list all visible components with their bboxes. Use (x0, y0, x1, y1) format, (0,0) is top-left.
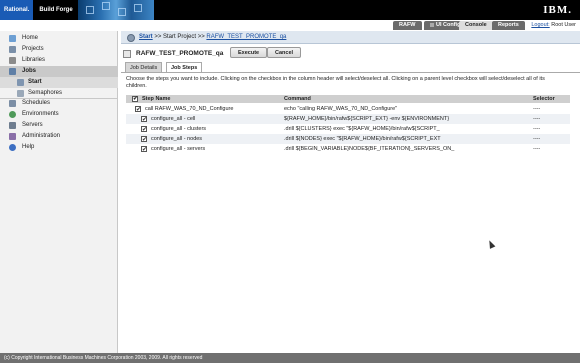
breadcrumb-bar: Start >> Start Project >> RAFW_TEST_PROM… (121, 31, 580, 44)
cancel-button[interactable]: Cancel (267, 47, 302, 58)
instructions: Choose the steps you want to include. Cl… (126, 76, 545, 89)
step-command: .drill ${BEGIN_VARIABLE}NODE${BF_ITERATI… (284, 146, 455, 152)
breadcrumb-start-project: Start Project (163, 34, 197, 40)
page-title: RAFW_TEST_PROMOTE_qa (136, 50, 224, 57)
select-all-checkbox[interactable] (132, 95, 138, 103)
step-checkbox[interactable] (135, 105, 141, 115)
start-icon (17, 79, 24, 86)
ibm-logo: IBM. (543, 4, 572, 16)
table-row: configure_all - clusters .drill ${CLUSTE… (126, 124, 570, 135)
servers-icon (9, 122, 16, 129)
tab-rafw[interactable]: RAFW (393, 21, 422, 30)
current-user: Root User (551, 22, 576, 28)
step-command: .drill ${NODES} exec "${RAFW_HOME}/bin/r… (284, 136, 441, 142)
banner-graphic (78, 0, 154, 20)
home-icon (9, 35, 16, 42)
semaphores-icon (17, 90, 24, 97)
breadcrumb-start-link[interactable]: Start (139, 34, 153, 40)
main-content: Start >> Start Project >> RAFW_TEST_PROM… (121, 31, 580, 353)
gear-icon (127, 34, 135, 42)
logout-link[interactable]: Logout: (531, 22, 549, 28)
sidebar-item-home[interactable]: Home (0, 33, 118, 44)
jobs-icon (9, 68, 16, 75)
breadcrumb: Start >> Start Project >> RAFW_TEST_PROM… (139, 34, 287, 40)
sidebar-item-schedules[interactable]: Schedules (0, 98, 118, 109)
top-banner: Rational. Build Forge IBM. (0, 0, 580, 20)
sidebar: Home Projects Libraries Jobs Start Semap… (0, 31, 118, 353)
header-selector: Selector (533, 96, 555, 102)
step-command: .drill ${CLUSTERS} exec "${RAFW_HOME}/bi… (284, 126, 440, 132)
brand-product: Build Forge (39, 7, 73, 13)
table-row: configure_all - cell ${RAFW_HOME}/bin/ra… (126, 114, 570, 125)
tab-console[interactable]: Console (459, 21, 493, 30)
step-name: call RAFW_WAS_70_ND_Configure (145, 106, 234, 112)
step-name: configure_all - servers (151, 146, 206, 152)
brand-rational: Rational. (0, 0, 34, 20)
sidebar-item-help[interactable]: Help (0, 142, 118, 153)
sidebar-item-libraries[interactable]: Libraries (0, 55, 118, 66)
projects-icon (9, 46, 16, 53)
help-icon (9, 144, 16, 151)
step-selector: ---- (533, 106, 541, 112)
environments-icon (9, 111, 16, 118)
step-checkbox[interactable] (141, 125, 147, 135)
libraries-icon (9, 57, 16, 64)
logout-area: Logout: Root User (531, 22, 576, 28)
table-row: configure_all - nodes .drill ${NODES} ex… (126, 134, 570, 145)
tab-job-details[interactable]: Job Details (125, 62, 163, 72)
sidebar-item-projects[interactable]: Projects (0, 44, 118, 55)
step-selector: ---- (533, 116, 541, 122)
step-command: ${RAFW_HOME}/bin/rafw${SCRIPT_EXT} -env … (284, 116, 450, 122)
execute-button[interactable]: Execute (230, 47, 268, 58)
brand: Rational. Build Forge (0, 0, 79, 20)
breadcrumb-project-link[interactable]: RAFW_TEST_PROMOTE_qa (206, 34, 286, 40)
sidebar-item-environments[interactable]: Environments (0, 109, 118, 120)
project-icon (123, 50, 131, 58)
step-command: echo "calling RAFW_WAS_70_ND_Configure" (284, 106, 398, 112)
schedules-icon (9, 100, 16, 107)
step-selector: ---- (533, 136, 541, 142)
step-name: configure_all - nodes (151, 136, 203, 142)
step-name: configure_all - clusters (151, 126, 207, 132)
step-checkbox[interactable] (141, 135, 147, 145)
administration-icon (9, 133, 16, 140)
step-checkbox[interactable] (141, 115, 147, 125)
tab-reports[interactable]: Reports (492, 21, 525, 30)
header-step-name: Step Name (142, 96, 171, 102)
table-row: call RAFW_WAS_70_ND_Configure echo "call… (126, 104, 570, 115)
table-row: configure_all - servers .drill ${BEGIN_V… (126, 144, 570, 155)
step-selector: ---- (533, 126, 541, 132)
tab-job-steps[interactable]: Job Steps (166, 62, 203, 72)
tab-divider (121, 72, 580, 73)
header-command: Command (284, 96, 311, 102)
step-selector: ---- (533, 146, 541, 152)
table-header: Step Name Command Selector (126, 95, 570, 103)
step-name: configure_all - cell (151, 116, 196, 122)
sidebar-item-administration[interactable]: Administration (0, 131, 118, 142)
ui-config-icon (430, 22, 434, 27)
footer: (c) Copyright International Business Mac… (0, 353, 580, 363)
sidebar-item-servers[interactable]: Servers (0, 120, 118, 131)
sidebar-item-start[interactable]: Start (0, 77, 118, 88)
sidebar-item-jobs[interactable]: Jobs (0, 66, 118, 77)
step-checkbox[interactable] (141, 145, 147, 155)
